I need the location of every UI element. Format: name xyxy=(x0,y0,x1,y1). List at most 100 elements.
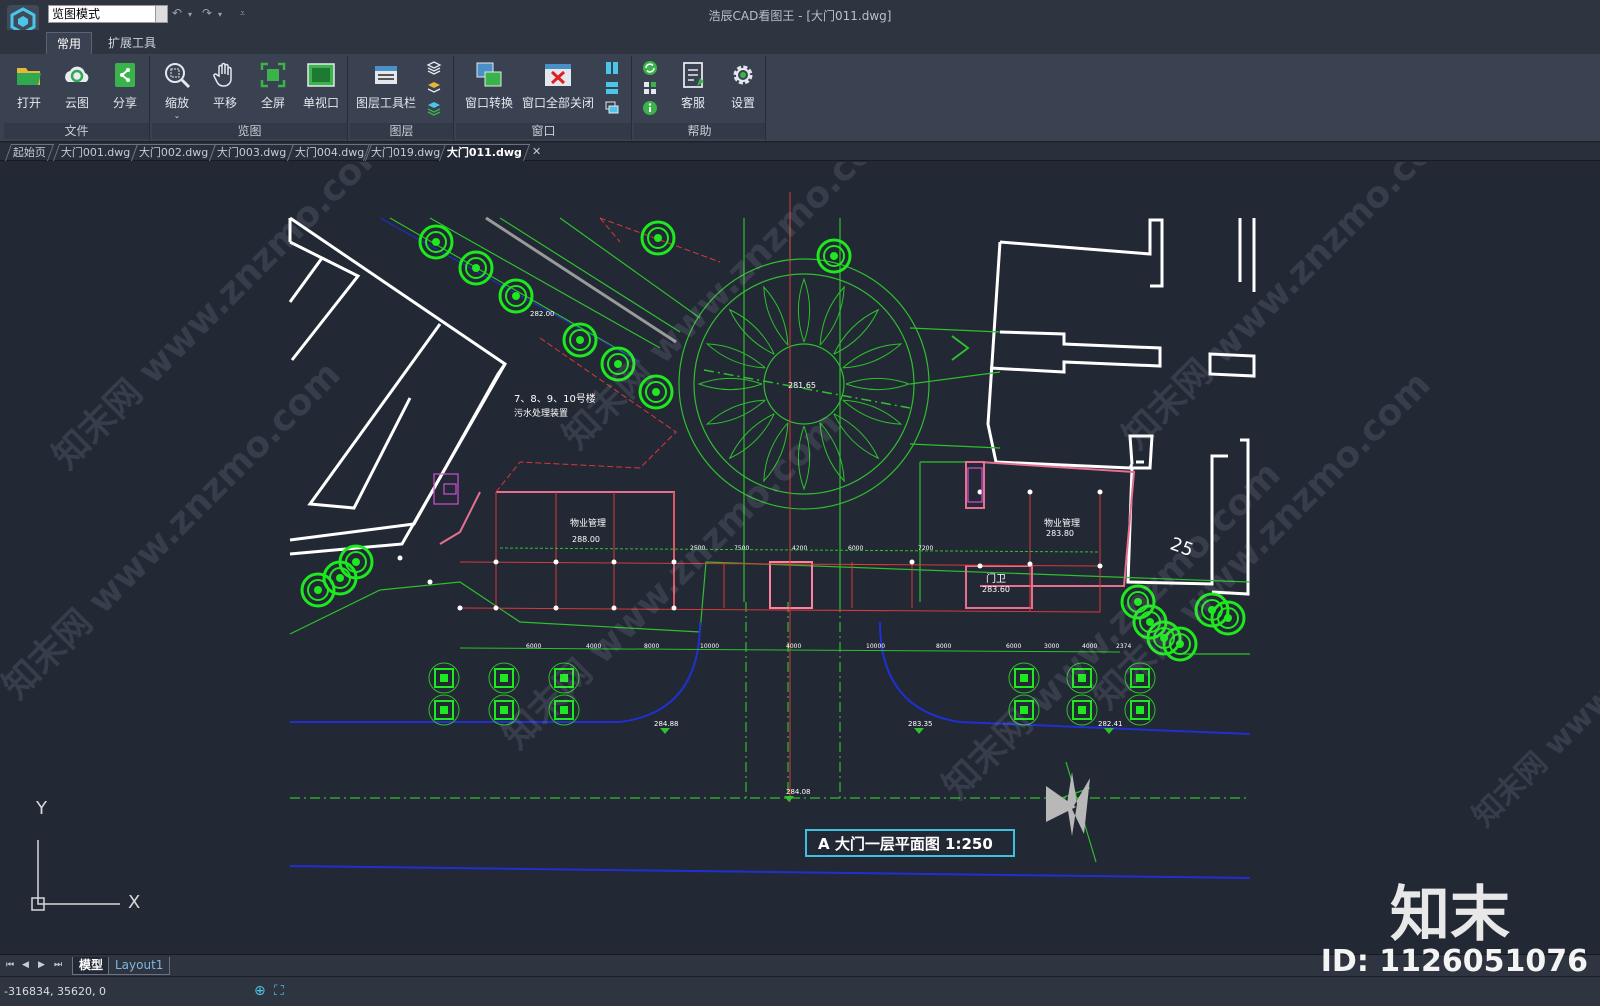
dimension-label: 2500 xyxy=(690,545,705,552)
grid-node xyxy=(493,605,499,611)
folder-open-icon xyxy=(17,68,41,85)
grid-node xyxy=(671,605,677,611)
zoom-magnifier-icon xyxy=(165,63,191,89)
layer-state-icon[interactable] xyxy=(426,80,442,96)
layer-isolate-icon[interactable] xyxy=(426,100,442,116)
dimension-label: 6000 xyxy=(1006,643,1021,650)
tab-model[interactable]: 模型 xyxy=(72,957,111,975)
doc-tab[interactable]: 大门002.dwg xyxy=(130,144,217,161)
doc-tab-label: 大门003.dwg xyxy=(216,146,287,159)
fullscreen-label: 全屏 xyxy=(260,96,285,110)
tree-symbol xyxy=(600,346,636,382)
dimension-label: 8000 xyxy=(936,643,951,650)
next-layout-icon[interactable]: ▶ xyxy=(38,960,45,970)
single-viewport-button[interactable]: 单视口 xyxy=(296,60,346,118)
window-switch-button[interactable]: 窗口转换 xyxy=(460,60,518,118)
plaza-petal xyxy=(845,377,911,391)
open-button[interactable]: 打开 xyxy=(4,60,54,118)
tile-vertical-icon[interactable] xyxy=(604,60,620,76)
doc-tab[interactable]: 大门019.dwg xyxy=(362,144,449,161)
layer-toolbar-icon xyxy=(375,66,397,84)
window-switch-icon xyxy=(476,62,502,87)
cursor-coordinates: -316834, 35620, 0 xyxy=(4,985,106,998)
tree-symbol xyxy=(418,224,454,260)
close-tab-icon[interactable]: ✕ xyxy=(532,145,541,158)
room-details xyxy=(433,467,983,505)
planter-symbol xyxy=(428,662,460,694)
share-icon xyxy=(115,63,135,87)
elevation-markers xyxy=(660,728,1114,802)
zoom-extents-icon[interactable]: ⛶ xyxy=(274,983,284,999)
doc-tab[interactable]: 大门004.dwg xyxy=(286,144,373,161)
settings-label: 设置 xyxy=(730,96,755,110)
fullscreen-button[interactable]: 全屏 xyxy=(248,60,298,118)
grid-node xyxy=(427,579,433,585)
grid-node xyxy=(611,559,617,565)
share-label: 分享 xyxy=(112,96,137,110)
zoom-dropdown-icon[interactable]: ⌄ xyxy=(152,111,202,120)
doc-tab-active[interactable]: 大门011.dwg xyxy=(438,144,531,161)
tree-symbol xyxy=(498,278,534,314)
tree-symbol xyxy=(640,220,676,256)
hand-pan-icon xyxy=(213,62,232,87)
planter-symbol xyxy=(1008,694,1040,726)
cloud-label: 云图 xyxy=(64,96,89,110)
dimension-label: 4000 xyxy=(786,643,801,650)
tab-common[interactable]: 常用 xyxy=(46,32,92,54)
update-icon[interactable] xyxy=(642,60,658,76)
gear-icon xyxy=(733,65,753,85)
ribbon-panel: 打开 云图 分享 文件 缩放 ⌄ 平移 全屏 单视口 览图 图层工具栏 图层 窗… xyxy=(0,54,1600,142)
cloud-button[interactable]: 云图 xyxy=(52,60,102,118)
cascade-windows-icon[interactable] xyxy=(604,100,620,116)
info-icon[interactable] xyxy=(642,100,658,116)
axis-x-label: X xyxy=(128,892,140,913)
tab-extended-tools[interactable]: 扩展工具 xyxy=(100,32,164,54)
planter-symbol xyxy=(488,694,520,726)
plaza-petal xyxy=(697,377,763,391)
layer-toolbar-button[interactable]: 图层工具栏 xyxy=(354,60,418,118)
doc-tab[interactable]: 大门001.dwg xyxy=(52,144,139,161)
prev-layout-icon[interactable]: ◀ xyxy=(22,960,29,970)
ribbon-group-file: 打开 云图 分享 文件 xyxy=(4,56,150,140)
first-layout-icon[interactable]: ⏮ xyxy=(6,960,14,970)
dimension-label: 6000 xyxy=(848,545,863,552)
ribbon-group-view: 缩放 ⌄ 平移 全屏 单视口 览图 xyxy=(152,56,348,140)
planter-symbol xyxy=(488,662,520,694)
zoom-label: 缩放 xyxy=(164,96,189,110)
planters xyxy=(428,662,1156,726)
cad-drawing: 7、8、9、10号楼 污水处理装置 物业管理 288.00 物业管理 283.8… xyxy=(31,192,1256,913)
apps-grid-icon[interactable] xyxy=(642,80,658,96)
support-button[interactable]: 客服 xyxy=(668,60,718,118)
doc-tab[interactable]: 大门003.dwg xyxy=(208,144,295,161)
label-guardroom-elev: 283.60 xyxy=(982,585,1010,594)
settings-button[interactable]: 设置 xyxy=(718,60,768,118)
cloud-sync-icon xyxy=(65,66,89,83)
grid-node xyxy=(493,559,499,565)
label-property-mgmt-left: 物业管理 xyxy=(570,517,606,529)
layers-icon[interactable] xyxy=(426,60,442,76)
pan-button[interactable]: 平移 xyxy=(200,60,250,118)
close-all-windows-label: 窗口全部关闭 xyxy=(522,96,595,110)
zoom-button[interactable]: 缩放 ⌄ xyxy=(152,60,202,120)
ribbon-group-window-label: 窗口 xyxy=(456,123,631,139)
share-button[interactable]: 分享 xyxy=(100,60,150,118)
trees xyxy=(300,220,1246,662)
tab-layout1[interactable]: Layout1 xyxy=(108,957,171,975)
grid-node xyxy=(553,559,559,565)
doc-tab-label: 大门001.dwg xyxy=(60,146,131,159)
close-all-windows-button[interactable]: 窗口全部关闭 xyxy=(522,60,594,118)
elev-marker: 283.35 xyxy=(908,720,933,728)
tile-horizontal-icon[interactable] xyxy=(604,80,620,96)
grid-node xyxy=(611,605,617,611)
zoom-window-icon[interactable]: ⊕ xyxy=(254,983,266,999)
plaza-petal xyxy=(797,277,811,343)
drawing-canvas[interactable]: 7、8、9、10号楼 污水处理装置 物业管理 288.00 物业管理 283.8… xyxy=(0,162,1600,954)
grid-node xyxy=(397,555,403,561)
last-layout-icon[interactable]: ⏭ xyxy=(54,960,62,970)
right-building xyxy=(986,218,1256,596)
doc-tab-label: 大门002.dwg xyxy=(138,146,209,159)
doc-tab-label: 大门011.dwg xyxy=(446,146,522,159)
planter-symbol xyxy=(428,694,460,726)
open-label: 打开 xyxy=(16,96,41,110)
doc-tab-start[interactable]: 起始页 xyxy=(4,144,55,161)
